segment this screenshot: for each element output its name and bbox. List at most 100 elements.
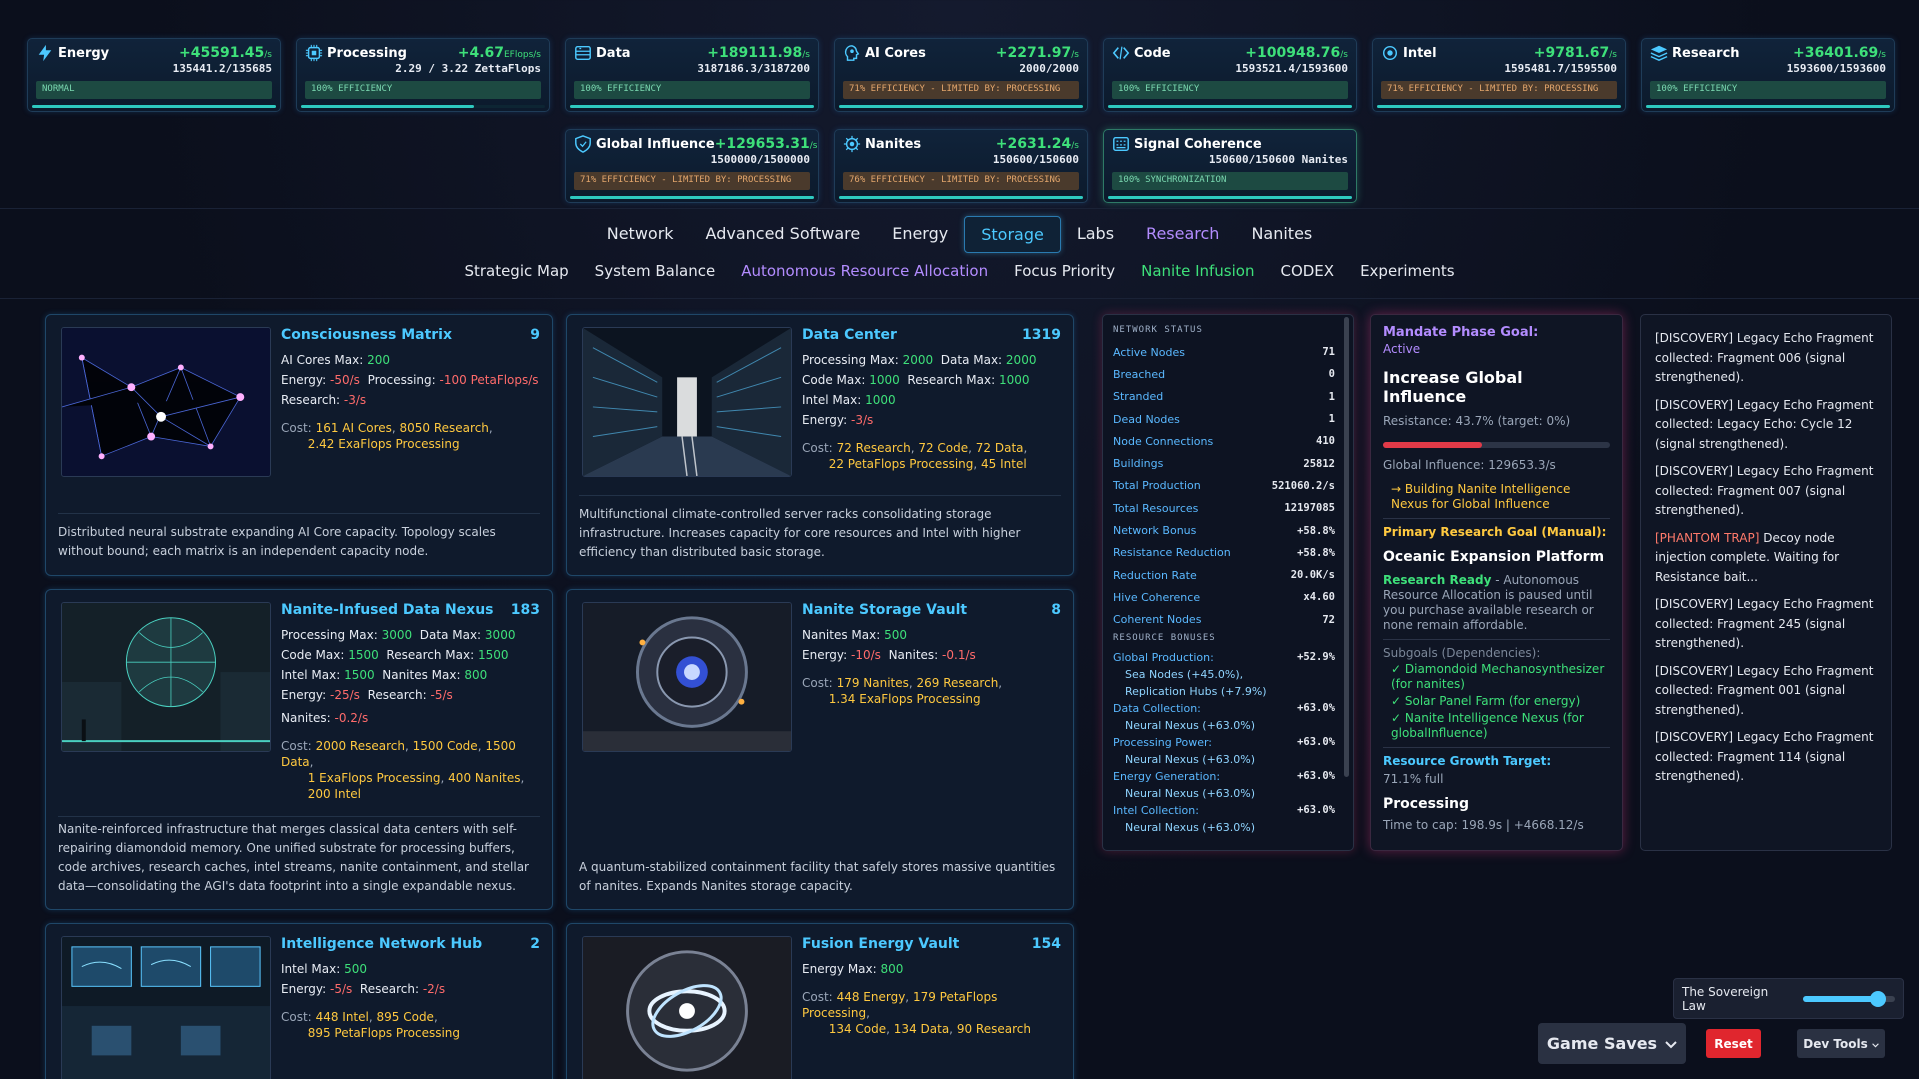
main-nav: Network Advanced Software Energy Storage Lab…	[0, 216, 1919, 253]
stat-label: Intel Max:	[281, 962, 341, 976]
stat-value: -3/s	[851, 413, 874, 427]
stat-line: Energy Max: 800	[802, 962, 1061, 977]
log-text: [DISCOVERY] Legacy Echo Fragment collect…	[1655, 730, 1874, 783]
bonus-value: +63.0%	[1297, 701, 1335, 714]
stat-label: Data Max:	[940, 353, 1003, 367]
stat-line: Nanites Max: 500	[802, 628, 1061, 643]
tab-storage[interactable]: Storage	[964, 216, 1061, 253]
network-stat-row: Reduction Rate 20.0K/s	[1113, 564, 1343, 586]
resource-name: Energy	[58, 45, 110, 61]
network-stat-row: Breached 0	[1113, 363, 1343, 385]
bonus-label: Processing Power:	[1113, 735, 1213, 749]
resource-efficiency: NORMAL	[36, 81, 272, 99]
dev-tools-label: Dev Tools	[1803, 1036, 1868, 1051]
resource-card-research[interactable]: Research +36401.69/s 1593600/1593600 100% E…	[1641, 38, 1895, 112]
cost-item: 400 Nanites	[448, 771, 521, 785]
cost-item: 1.34 ExaFlops Processing	[828, 692, 981, 706]
network-status-scrollbar[interactable]	[1344, 317, 1349, 777]
resource-card-nanites[interactable]: Nanites +2631.24/s 150600/150600 76% EFFICI…	[834, 129, 1088, 203]
resource-header: Processing +4.67EFlops/s	[305, 45, 541, 61]
stat-value: 3000	[381, 628, 413, 642]
stat-line: Processing Max: 2000 Data Max: 2000	[802, 353, 1061, 368]
building-card-consciousness-matrix[interactable]: Consciousness Matrix 9 AI Cores Max: 200…	[45, 314, 553, 576]
resource-card-signal-coherence[interactable]: Signal Coherence 150600/150600 Nanites 100…	[1103, 129, 1357, 203]
resistance-text: Resistance: 43.7% (target: 0%)	[1383, 414, 1571, 428]
stat-label: Code Max:	[802, 373, 866, 387]
subtab-strategic-map[interactable]: Strategic Map	[451, 256, 581, 286]
primary-research-label: Primary Research Goal (Manual):	[1383, 525, 1607, 539]
resource-card-global-influence[interactable]: Global Influence +129653.31/s 1500000/1500…	[565, 129, 819, 203]
stat-value: -0.2/s	[334, 711, 369, 725]
building-card-fusion-energy-vault[interactable]: Fusion Energy Vault 154 Energy Max: 800 …	[566, 923, 1074, 1079]
resource-efficiency: 100% EFFICIENCY	[1112, 81, 1348, 99]
fusion-energy-vault-info: Fusion Energy Vault 154 Energy Max: 800 …	[802, 936, 1061, 1037]
resource-amount: 2.29 / 3.22 ZettaFlops	[395, 62, 541, 75]
stat-value: 3000	[484, 628, 516, 642]
network-stat-label: Buildings	[1113, 457, 1164, 471]
resource-amount: 150600/150600	[992, 153, 1079, 166]
building-card-nanite-storage-vault[interactable]: Nanite Storage Vault 8 Nanites Max: 500 …	[566, 589, 1074, 910]
resource-card-intel[interactable]: Intel +9781.67/s 1595481.7/1595500 71% EFFI…	[1372, 38, 1626, 112]
stat-line: Energy: -10/s Nanites: -0.1/s	[802, 648, 1061, 663]
subtab-system-balance[interactable]: System Balance	[582, 256, 729, 286]
stat-label: Research Max:	[907, 373, 996, 387]
database-icon	[574, 44, 592, 62]
network-stat-row: Resistance Reduction +58.8%	[1113, 542, 1343, 564]
cost-item: 2.42 ExaFlops Processing	[307, 437, 460, 451]
tab-advanced-software[interactable]: Advanced Software	[690, 216, 877, 253]
cost-item: 1500 Code	[412, 739, 478, 753]
dev-tools-button[interactable]: Dev Tools	[1797, 1029, 1885, 1058]
growth-target-label: Resource Growth Target:	[1383, 754, 1552, 768]
bonus-source: Neural Nexus (+63.0%)	[1125, 752, 1256, 766]
resource-card-processing[interactable]: Processing +4.67EFlops/s 2.29 / 3.22 Zetta…	[296, 38, 550, 112]
network-stat-value: 25812	[1303, 457, 1335, 470]
resource-header: Global Influence +129653.31/s	[574, 136, 817, 152]
cost-label: Cost:	[281, 1010, 312, 1024]
subtab-focus-priority[interactable]: Focus Priority	[1001, 256, 1128, 286]
cost-item: 72 Code	[918, 441, 969, 455]
resource-card-ai-cores[interactable]: AI Cores +2271.97/s 2000/2000 71% EFFICIENC…	[834, 38, 1088, 112]
tab-network[interactable]: Network	[591, 216, 690, 253]
cost-item: 2000 Research	[315, 739, 405, 753]
tab-nanites[interactable]: Nanites	[1235, 216, 1328, 253]
game-saves-button[interactable]: Game Saves	[1538, 1023, 1686, 1064]
sovereign-law-slider-fill	[1803, 995, 1879, 1002]
tab-research[interactable]: Research	[1130, 216, 1235, 253]
cost-item: 8050 Research	[399, 421, 489, 435]
tab-labs[interactable]: Labs	[1061, 216, 1130, 253]
stat-value: 800	[464, 668, 488, 682]
subtab-experiments[interactable]: Experiments	[1347, 256, 1467, 286]
subtab-autonomous-resource-allocation[interactable]: Autonomous Resource Allocation	[728, 256, 1001, 286]
subtab-nanite-infusion[interactable]: Nanite Infusion	[1128, 256, 1267, 286]
cost-item: 269 Research	[916, 676, 999, 690]
network-stat-value: 12197085	[1284, 502, 1335, 515]
sovereign-law-slider[interactable]	[1803, 990, 1895, 1007]
sovereign-law-slider-knob[interactable]	[1870, 990, 1887, 1007]
network-stat-label: Reduction Rate	[1113, 568, 1197, 582]
cost-item: 895 PetaFlops Processing	[307, 1026, 461, 1040]
building-description: Nanite-reinforced infrastructure that me…	[58, 822, 529, 893]
subtab-codex[interactable]: CODEX	[1267, 256, 1347, 286]
tab-energy[interactable]: Energy	[876, 216, 964, 253]
resource-progress-bar	[1108, 105, 1352, 108]
reset-button[interactable]: Reset	[1706, 1029, 1761, 1058]
stat-value: -50/s	[330, 373, 360, 387]
stat-line: Energy: -25/s Research: -5/s	[281, 688, 540, 703]
signal-grid-icon	[1112, 135, 1130, 153]
building-card-intelligence-hub[interactable]: Intelligence Network Hub 2 Intel Max: 50…	[45, 923, 553, 1079]
resource-rate-value: +9781.67	[1533, 45, 1610, 61]
research-layers-icon	[1650, 44, 1668, 62]
building-card-nanite-data-nexus[interactable]: Nanite-Infused Data Nexus 183 Processing…	[45, 589, 553, 910]
stat-label: Energy:	[281, 688, 327, 702]
building-card-data-center[interactable]: Data Center 1319 Processing Max: 2000 Da…	[566, 314, 1074, 576]
resource-card-code[interactable]: Code +100948.76/s 1593521.4/1593600 100% EF…	[1103, 38, 1357, 112]
cost-item: 72 Data	[975, 441, 1024, 455]
resource-card-data[interactable]: Data +189111.98/s 3187186.3/3187200 100% EF…	[565, 38, 819, 112]
building-description: Multifunctional climate-controlled serve…	[579, 507, 1021, 559]
log-prefix: [PHANTOM TRAP]	[1655, 530, 1760, 545]
cost-line: Cost: 161 AI Cores, 8050 Research, 2.42 …	[281, 421, 493, 451]
resource-progress-fill	[1108, 196, 1352, 199]
resource-amount: 1500000/1500000	[710, 153, 810, 166]
bonus-source: Sea Nodes (+45.0%),	[1125, 667, 1244, 681]
resource-card-energy[interactable]: Energy +45591.45/s 135441.2/135685 NORMAL	[27, 38, 281, 112]
